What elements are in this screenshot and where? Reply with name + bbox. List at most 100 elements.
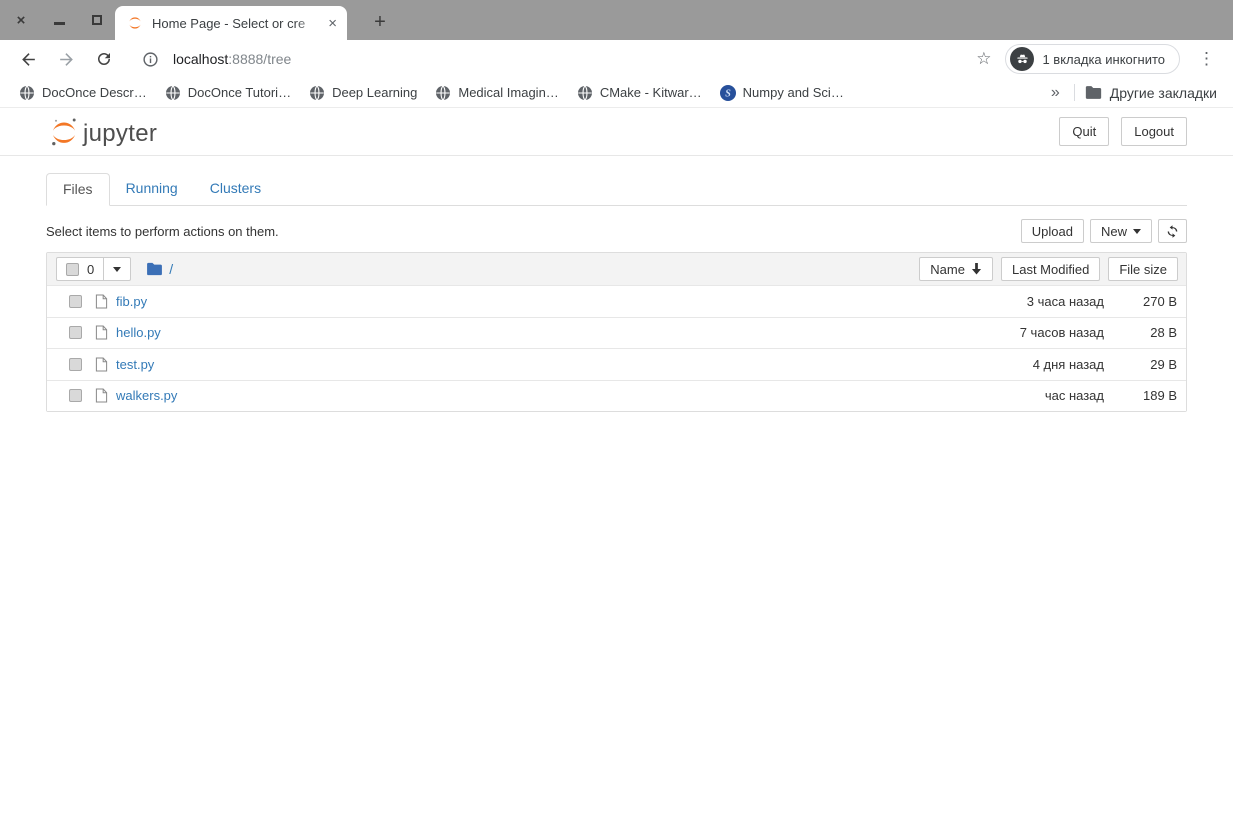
jupyter-logo-icon <box>48 116 80 148</box>
last-modified-value: 3 часа назад <box>924 294 1104 309</box>
forward-icon[interactable] <box>52 45 80 73</box>
file-link[interactable]: hello.py <box>116 325 161 340</box>
tab-files[interactable]: Files <box>46 173 110 206</box>
jupyter-header-buttons: Quit Logout <box>1059 117 1187 146</box>
refresh-icon <box>1165 224 1180 239</box>
window-minimize-icon[interactable] <box>52 13 66 27</box>
browser-titlebar: × Home Page - Select or cre × + <box>0 0 1233 40</box>
bookmark-label: DocOnce Tutori… <box>188 85 291 100</box>
browser-tab[interactable]: Home Page - Select or cre × <box>115 6 347 40</box>
url-text: localhost:8888/tree <box>173 51 291 67</box>
bookmark-label: CMake - Kitwar… <box>600 85 702 100</box>
other-bookmarks-label: Другие закладки <box>1110 85 1217 101</box>
row-checkbox[interactable] <box>69 295 82 308</box>
globe-icon <box>309 85 325 101</box>
file-name-cell: fib.py <box>95 294 924 309</box>
browser-toolbar: localhost:8888/tree ☆ 1 вкладка инкогнит… <box>0 40 1233 78</box>
folder-icon <box>1085 85 1102 100</box>
table-row: hello.py 7 часов назад 28 В <box>47 317 1186 349</box>
incognito-badge[interactable]: 1 вкладка инкогнито <box>1005 44 1180 74</box>
window-close-icon[interactable]: × <box>14 13 28 27</box>
table-row: walkers.py час назад 189 В <box>47 380 1186 412</box>
bookmark-item[interactable]: Medical Imagin… <box>426 81 567 105</box>
other-bookmarks-button[interactable]: Другие закладки <box>1085 85 1223 101</box>
window-maximize-icon[interactable] <box>90 13 104 27</box>
toolbar-right: ☆ 1 вкладка инкогнито ⋮ <box>976 44 1219 74</box>
sort-size-button[interactable]: File size <box>1108 257 1178 281</box>
last-modified-value: час назад <box>924 388 1104 403</box>
jupyter-header: jupyter Quit Logout <box>0 108 1233 156</box>
tab-clusters[interactable]: Clusters <box>194 173 277 206</box>
jupyter-logo[interactable]: jupyter <box>48 116 157 148</box>
file-list-body: fib.py 3 часа назад 270 В hello.py 7 час… <box>47 285 1186 411</box>
url-host: localhost <box>173 51 228 67</box>
file-list-header: 0 / Name Last Modified File size <box>47 253 1186 285</box>
breadcrumb-root-link[interactable]: / <box>169 261 173 277</box>
incognito-icon <box>1010 47 1034 71</box>
scipy-icon: S <box>720 85 736 101</box>
bookmark-item[interactable]: Deep Learning <box>300 81 426 105</box>
bookmarks-overflow-icon[interactable]: » <box>1047 84 1064 102</box>
jupyter-favicon-icon <box>127 15 143 31</box>
reload-icon[interactable] <box>90 45 118 73</box>
file-name-cell: test.py <box>95 357 924 372</box>
new-tab-button[interactable]: + <box>366 8 394 36</box>
quit-button[interactable]: Quit <box>1059 117 1109 146</box>
browser-menu-icon[interactable]: ⋮ <box>1194 49 1219 69</box>
last-modified-value: 7 часов назад <box>924 325 1104 340</box>
bookmark-item[interactable]: DocOnce Descr… <box>10 81 156 105</box>
omnibox[interactable]: localhost:8888/tree <box>142 51 976 68</box>
bookmark-label: Numpy and Sci… <box>743 85 844 100</box>
globe-icon <box>19 85 35 101</box>
row-checkbox[interactable] <box>69 389 82 402</box>
row-checkbox[interactable] <box>69 358 82 371</box>
bookmark-label: Deep Learning <box>332 85 417 100</box>
file-list: 0 / Name Last Modified File size fib.py … <box>46 252 1187 412</box>
globe-icon <box>435 85 451 101</box>
bookmark-star-icon[interactable]: ☆ <box>976 49 991 69</box>
file-icon <box>95 357 108 372</box>
table-row: test.py 4 дня назад 29 В <box>47 348 1186 380</box>
select-dropdown-button[interactable] <box>103 258 130 280</box>
bookmark-label: Medical Imagin… <box>458 85 558 100</box>
globe-icon <box>165 85 181 101</box>
bookmark-item[interactable]: DocOnce Tutori… <box>156 81 300 105</box>
jupyter-tabs: Files Running Clusters <box>46 173 1187 206</box>
upload-button[interactable]: Upload <box>1021 219 1084 243</box>
jupyter-logo-text: jupyter <box>83 122 157 148</box>
globe-icon <box>577 85 593 101</box>
select-hint-text: Select items to perform actions on them. <box>46 224 279 239</box>
bookmarks-list: DocOnce Descr… DocOnce Tutori… Deep Lear… <box>10 81 853 105</box>
last-modified-value: 4 дня назад <box>924 357 1104 372</box>
action-row: Select items to perform actions on them.… <box>46 219 1187 243</box>
file-size-value: 189 В <box>1104 388 1178 403</box>
row-checkbox[interactable] <box>69 326 82 339</box>
tab-title: Home Page - Select or cre <box>152 16 326 31</box>
logout-button[interactable]: Logout <box>1121 117 1187 146</box>
select-all-button[interactable]: 0 <box>57 258 103 280</box>
new-dropdown-button[interactable]: New <box>1090 219 1152 243</box>
bookmark-item[interactable]: S Numpy and Sci… <box>711 81 853 105</box>
url-path: :8888/tree <box>228 51 291 67</box>
tab-close-icon[interactable]: × <box>326 15 339 32</box>
file-name-cell: hello.py <box>95 325 924 340</box>
file-link[interactable]: fib.py <box>116 294 147 309</box>
sort-modified-button[interactable]: Last Modified <box>1001 257 1100 281</box>
file-name-cell: walkers.py <box>95 388 924 403</box>
sort-down-arrow-icon <box>971 263 982 275</box>
select-all-checkbox[interactable] <box>66 263 79 276</box>
bookmarks-divider <box>1074 84 1075 101</box>
svg-text:S: S <box>725 88 731 99</box>
tab-running[interactable]: Running <box>110 173 194 206</box>
file-link[interactable]: test.py <box>116 357 154 372</box>
file-icon <box>95 325 108 340</box>
file-icon <box>95 294 108 309</box>
page-info-icon[interactable] <box>142 51 159 68</box>
refresh-button[interactable] <box>1158 219 1187 243</box>
sort-name-button[interactable]: Name <box>919 257 993 281</box>
back-icon[interactable] <box>14 45 42 73</box>
action-buttons: Upload New <box>1021 219 1187 243</box>
bookmark-item[interactable]: CMake - Kitwar… <box>568 81 711 105</box>
file-size-value: 29 В <box>1104 357 1178 372</box>
file-link[interactable]: walkers.py <box>116 388 177 403</box>
